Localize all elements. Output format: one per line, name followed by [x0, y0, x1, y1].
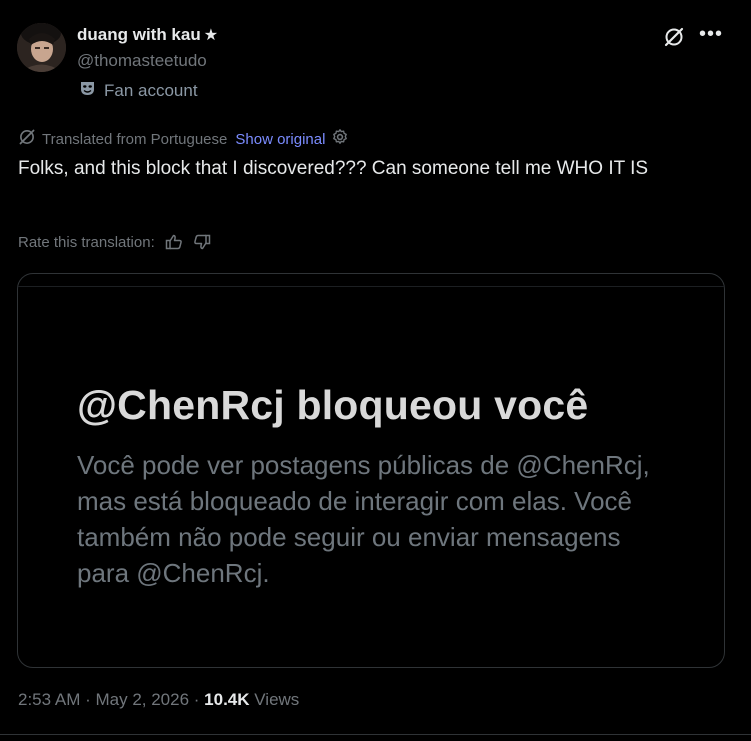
star-icon: ★	[203, 27, 219, 44]
tweet-date[interactable]: May 2, 2026	[95, 690, 189, 709]
views-count[interactable]: 10.4K	[204, 690, 249, 709]
rate-label: Rate this translation:	[18, 233, 155, 251]
fan-account-label: Fan account	[79, 80, 198, 102]
theater-mask-icon	[79, 80, 96, 102]
translated-label: Translated from Portuguese	[42, 130, 228, 148]
meta-separator: ·	[189, 690, 205, 709]
screenshot-content: @ChenRcj bloqueou você Você pode ver pos…	[18, 286, 724, 667]
blocked-title: @ChenRcj bloqueou você	[77, 382, 589, 428]
thumbs-down-icon[interactable]	[193, 233, 211, 251]
grok-icon[interactable]	[663, 26, 685, 48]
author-display-name[interactable]: duang with kau ★	[77, 25, 218, 45]
show-original-link[interactable]: Show original	[235, 131, 325, 148]
translate-icon	[18, 128, 36, 150]
fan-account-text: Fan account	[104, 81, 198, 100]
rate-translation: Rate this translation:	[18, 233, 211, 251]
avatar[interactable]	[17, 23, 66, 72]
more-icon[interactable]: •••	[699, 24, 723, 44]
divider	[0, 734, 751, 735]
tweet-container: duang with kau ★ @thomasteetudo Fan accou…	[0, 0, 751, 741]
blocked-description: Você pode ver postagens públicas de @Che…	[77, 450, 650, 588]
views-label: Views	[254, 690, 300, 709]
tweet-meta: 2:53 AM · May 2, 2026 · 10.4K Views	[18, 690, 299, 710]
thumbs-up-icon[interactable]	[165, 233, 183, 251]
meta-separator: ·	[80, 690, 96, 709]
header-actions: •••	[663, 24, 723, 48]
translation-info: Translated from Portuguese Show original	[18, 128, 349, 150]
author-name-text: duang with kau	[77, 25, 201, 44]
tweet-time[interactable]: 2:53 AM	[18, 690, 80, 709]
media-image[interactable]: @ChenRcj bloqueou você Você pode ver pos…	[17, 273, 725, 668]
author-handle[interactable]: @thomasteetudo	[77, 51, 207, 71]
tweet-text: Folks, and this block that I discovered?…	[18, 158, 649, 179]
gear-icon[interactable]	[331, 128, 349, 150]
